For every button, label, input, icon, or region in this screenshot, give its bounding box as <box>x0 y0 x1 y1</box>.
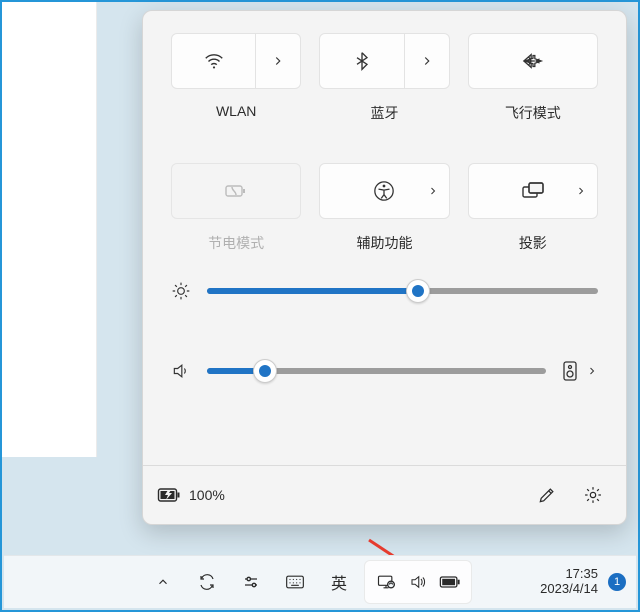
volume-slider-thumb[interactable] <box>253 359 277 383</box>
speaker-device-icon <box>562 361 578 381</box>
tile-airplane-label: 飞行模式 <box>505 103 561 123</box>
tray-sync-button[interactable] <box>188 563 226 601</box>
project-icon <box>521 180 545 202</box>
volume-icon <box>171 361 191 381</box>
quick-settings-grid: WLAN <box>143 11 626 253</box>
tile-airplane-mode[interactable] <box>468 33 598 89</box>
tile-group-accessibility: 辅助功能 <box>319 163 449 253</box>
brightness-slider-fill <box>207 288 418 294</box>
bluetooth-icon <box>352 51 372 71</box>
tile-project-label: 投影 <box>519 233 547 253</box>
tray-touch-keyboard-button[interactable] <box>276 563 314 601</box>
tile-project[interactable] <box>468 163 598 219</box>
chevron-right-icon <box>420 54 434 68</box>
tray-ime-button[interactable]: 英 <box>320 563 358 601</box>
taskbar-date: 2023/4/14 <box>540 582 598 597</box>
quick-settings-footer: 100% <box>143 465 626 524</box>
tile-battery-saver <box>171 163 301 219</box>
all-settings-button[interactable] <box>574 476 612 514</box>
volume-output-select[interactable] <box>562 361 598 381</box>
tile-group-battery-saver: 节电模式 <box>171 163 301 253</box>
tile-bluetooth-label: 蓝牙 <box>370 103 398 123</box>
edit-quick-settings-button[interactable] <box>528 476 566 514</box>
tray-overflow-button[interactable] <box>144 563 182 601</box>
tile-wlan <box>171 33 301 89</box>
gear-icon <box>583 485 603 505</box>
background-left-panel <box>2 2 97 457</box>
tile-group-project: 投影 <box>468 163 598 253</box>
tray-volume-icon <box>403 563 433 601</box>
airplane-icon <box>522 50 544 72</box>
taskbar-right: 17:35 2023/4/14 1 <box>540 567 626 597</box>
brightness-slider-thumb[interactable] <box>406 279 430 303</box>
notification-count: 1 <box>614 576 620 588</box>
tile-bluetooth <box>319 33 449 89</box>
battery-saver-icon <box>224 181 248 201</box>
brightness-icon <box>171 281 191 301</box>
tile-wlan-toggle[interactable] <box>172 34 255 88</box>
tile-wlan-expand[interactable] <box>255 34 300 88</box>
volume-slider[interactable] <box>207 368 546 374</box>
tile-accessibility[interactable] <box>319 163 449 219</box>
wifi-icon <box>203 50 225 72</box>
taskbar-time: 17:35 <box>565 567 598 582</box>
viewport: WLAN <box>0 0 640 612</box>
accessibility-icon <box>373 180 395 202</box>
quick-settings-panel: WLAN <box>142 10 627 525</box>
tile-accessibility-label: 辅助功能 <box>356 233 412 253</box>
brightness-slider[interactable] <box>207 288 598 294</box>
ime-indicator-text: 英 <box>331 570 347 594</box>
system-tray-quick-settings[interactable] <box>364 560 472 604</box>
sliders-icon <box>242 573 260 591</box>
tray-control-button[interactable] <box>232 563 270 601</box>
taskbar-tray: 英 <box>144 560 472 604</box>
battery-icon[interactable] <box>157 486 181 504</box>
brightness-slider-row <box>171 281 598 301</box>
keyboard-icon <box>285 574 305 590</box>
sliders-area <box>143 253 626 381</box>
tile-group-bluetooth: 蓝牙 <box>319 33 449 123</box>
volume-slider-row <box>171 361 598 381</box>
tray-network-icon <box>371 563 401 601</box>
tray-battery-icon <box>435 563 465 601</box>
tile-group-wlan: WLAN <box>171 33 301 123</box>
sync-icon <box>198 573 216 591</box>
taskbar-clock[interactable]: 17:35 2023/4/14 <box>540 567 598 597</box>
tile-bluetooth-toggle[interactable] <box>320 34 403 88</box>
chevron-right-icon <box>575 185 587 197</box>
chevron-right-icon <box>586 365 598 377</box>
tile-wlan-label: WLAN <box>216 103 256 119</box>
tile-bluetooth-expand[interactable] <box>404 34 449 88</box>
chevron-up-icon <box>156 575 170 589</box>
battery-percent-text[interactable]: 100% <box>189 487 225 503</box>
chevron-right-icon <box>271 54 285 68</box>
taskbar: 英 <box>4 555 636 608</box>
notification-badge[interactable]: 1 <box>608 573 626 591</box>
pencil-icon <box>537 485 557 505</box>
chevron-right-icon <box>427 185 439 197</box>
tile-group-airplane: 飞行模式 <box>468 33 598 123</box>
tile-battery-saver-label: 节电模式 <box>208 233 264 253</box>
